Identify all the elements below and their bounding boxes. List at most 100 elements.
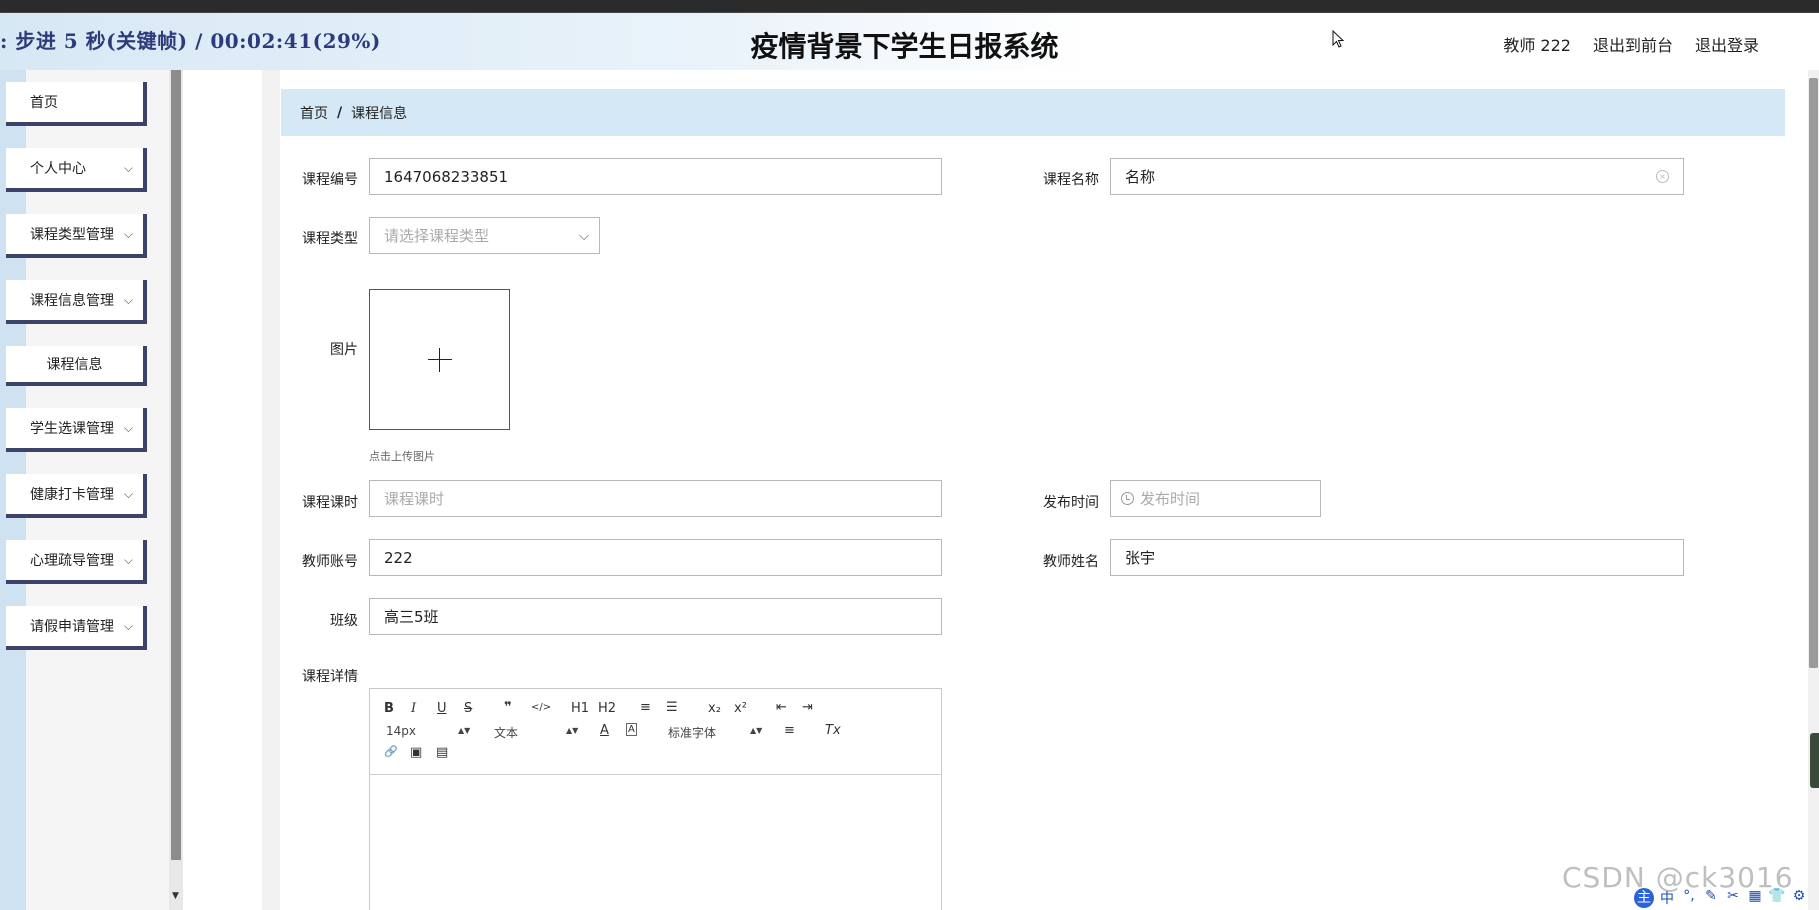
window-titlebar <box>0 0 1819 13</box>
sidebar-item-course-type-mgmt[interactable]: 课程类型管理 ⌵ <box>6 214 147 258</box>
breadcrumb-home[interactable]: 首页 <box>300 103 328 123</box>
publish-time-picker[interactable]: 发布时间 <box>1110 480 1321 517</box>
chevron-down-icon: ⌵ <box>123 487 133 501</box>
blockquote-button[interactable]: ❞ <box>504 700 512 715</box>
clear-icon[interactable]: × <box>1656 170 1669 183</box>
subscript-button[interactable]: x₂ <box>708 701 721 716</box>
font-family-select[interactable]: 标准字体 ▲▼ <box>668 724 762 741</box>
course-type-placeholder: 请选择课程类型 <box>384 227 490 245</box>
image-label: 图片 <box>330 342 358 358</box>
sidebar-item-student-course-mgmt[interactable]: 学生选课管理 ⌵ <box>6 408 147 452</box>
ime-toolbar: 主 中 °, ✎ ✂ ▦ 👕 ⚙ <box>1634 888 1808 908</box>
sidebar-item-label: 请假申请管理 <box>30 619 114 635</box>
ime-handwrite-icon[interactable]: ✎ <box>1702 888 1720 908</box>
chevron-down-icon: ⌵ <box>123 227 133 241</box>
chevron-down-icon: ⌵ <box>579 229 589 244</box>
ime-settings-icon[interactable]: ⚙ <box>1790 888 1808 908</box>
ime-punctuation-icon[interactable]: °, <box>1680 888 1698 908</box>
upload-hint: 点击上传图片 <box>369 450 435 463</box>
font-family-value: 标准字体 <box>668 726 717 740</box>
course-name-value: 名称 <box>1125 168 1156 186</box>
teacher-account-label: 教师账号 <box>302 554 358 570</box>
font-color-button[interactable]: A <box>600 723 609 738</box>
underline-button[interactable]: U <box>437 701 447 716</box>
format-select[interactable]: 文本 ▲▼ <box>494 724 579 741</box>
teacher-name-label: 教师姓名 <box>1043 554 1099 570</box>
bold-button[interactable]: B <box>384 701 394 716</box>
header-links: 教师 222 退出到前台 退出登录 <box>1503 32 1759 56</box>
bullet-list-button[interactable]: ☰ <box>666 700 678 715</box>
sidebar-item-label: 个人中心 <box>30 161 86 177</box>
ime-scissors-icon[interactable]: ✂ <box>1724 888 1742 908</box>
mouse-cursor-icon <box>1332 30 1345 48</box>
sidebar-item-health-checkin-mgmt[interactable]: 健康打卡管理 ⌵ <box>6 474 147 518</box>
sidebar-item-label: 健康打卡管理 <box>30 487 114 503</box>
course-type-label: 课程类型 <box>302 231 358 247</box>
ordered-list-button[interactable]: ≡ <box>640 700 651 715</box>
side-tab-widget[interactable] <box>1810 733 1819 788</box>
sidebar-item-label: 课程信息 <box>46 357 103 373</box>
course-name-label: 课程名称 <box>1043 172 1099 188</box>
plus-icon <box>439 348 440 372</box>
sidebar-item-label: 课程类型管理 <box>30 227 114 243</box>
clear-format-button[interactable]: Tx <box>825 723 841 738</box>
outdent-button[interactable]: ⇤ <box>776 700 787 715</box>
chevron-down-icon: ⌵ <box>123 421 133 435</box>
course-type-select[interactable]: 请选择课程类型 ⌵ <box>369 217 600 254</box>
ime-chinese-mode-icon[interactable]: 中 <box>1658 888 1676 908</box>
strike-button[interactable]: S <box>464 701 472 716</box>
header2-button[interactable]: H2 <box>598 701 616 716</box>
teacher-name-input[interactable]: 张宇 <box>1110 539 1684 576</box>
course-hours-input[interactable]: 课程课时 <box>369 480 942 517</box>
breadcrumb-separator: / <box>337 104 343 121</box>
align-button[interactable]: ≡ <box>784 723 795 738</box>
editor-toolbar: B I U S ❞ </> H1 H2 ≡ ☰ x₂ x² ⇤ ⇥ 14px ▲… <box>370 689 941 775</box>
background-color-button[interactable]: A <box>626 723 637 736</box>
sidebar-item-counseling-mgmt[interactable]: 心理疏导管理 ⌵ <box>6 540 147 584</box>
publish-time-label: 发布时间 <box>1043 495 1099 511</box>
link-button[interactable]: 🔗 <box>384 745 398 758</box>
class-input[interactable]: 高三5班 <box>369 598 942 635</box>
rich-text-editor: B I U S ❞ </> H1 H2 ≡ ☰ x₂ x² ⇤ ⇥ 14px ▲… <box>369 688 942 910</box>
indent-button[interactable]: ⇥ <box>802 700 813 715</box>
details-label: 课程详情 <box>302 669 358 685</box>
sidebar-item-label: 首页 <box>30 95 58 111</box>
scroll-down-arrow-icon[interactable]: ▼ <box>172 891 179 901</box>
page-scrollbar-thumb[interactable] <box>1809 78 1818 668</box>
course-no-label: 课程编号 <box>302 172 358 188</box>
sidebar-item-home[interactable]: 首页 <box>6 82 147 126</box>
ime-keyboard-icon[interactable]: ▦ <box>1746 888 1764 908</box>
course-no-input[interactable]: 1647068233851 <box>369 158 942 195</box>
logout-link[interactable]: 退出登录 <box>1695 32 1759 56</box>
image-button[interactable]: ▣ <box>410 745 422 760</box>
select-arrow-icon: ▲▼ <box>566 726 579 735</box>
video-button[interactable]: ▤ <box>436 745 448 760</box>
current-user-label: 教师 222 <box>1503 36 1571 55</box>
video-progress-overlay: : 步进 5 秒(关键帧) / 00:02:41(29%) <box>0 29 381 53</box>
chevron-down-icon: ⌵ <box>123 619 133 633</box>
sidebar-item-leave-request-mgmt[interactable]: 请假申请管理 ⌵ <box>6 606 147 650</box>
chevron-down-icon: ⌵ <box>123 293 133 307</box>
sidebar-item-course-info-mgmt[interactable]: 课程信息管理 ⌵ <box>6 280 147 324</box>
course-name-input[interactable]: 名称 × <box>1110 158 1684 195</box>
teacher-account-input[interactable]: 222 <box>369 539 942 576</box>
sidebar-scrollbar-thumb[interactable] <box>171 70 181 860</box>
breadcrumb: 首页 / 课程信息 <box>281 89 1785 136</box>
class-label: 班级 <box>330 613 358 629</box>
sidebar-item-label: 心理疏导管理 <box>30 553 114 569</box>
course-hours-label: 课程课时 <box>302 495 358 511</box>
chevron-down-icon: ⌵ <box>123 553 133 567</box>
sidebar-subitem-course-info[interactable]: 课程信息 <box>6 346 147 386</box>
ime-logo-icon[interactable]: 主 <box>1634 888 1654 908</box>
header1-button[interactable]: H1 <box>571 701 589 716</box>
font-size-select[interactable]: 14px ▲▼ <box>386 724 470 738</box>
sidebar-item-personal-center[interactable]: 个人中心 ⌵ <box>6 148 147 192</box>
ime-skin-icon[interactable]: 👕 <box>1768 888 1786 908</box>
italic-button[interactable]: I <box>411 701 416 716</box>
back-to-front-link[interactable]: 退出到前台 <box>1593 32 1673 56</box>
image-upload-button[interactable] <box>369 289 510 430</box>
content-edge <box>262 70 280 910</box>
select-arrow-icon: ▲▼ <box>458 726 471 735</box>
code-block-button[interactable]: </> <box>531 702 551 713</box>
superscript-button[interactable]: x² <box>734 701 747 716</box>
